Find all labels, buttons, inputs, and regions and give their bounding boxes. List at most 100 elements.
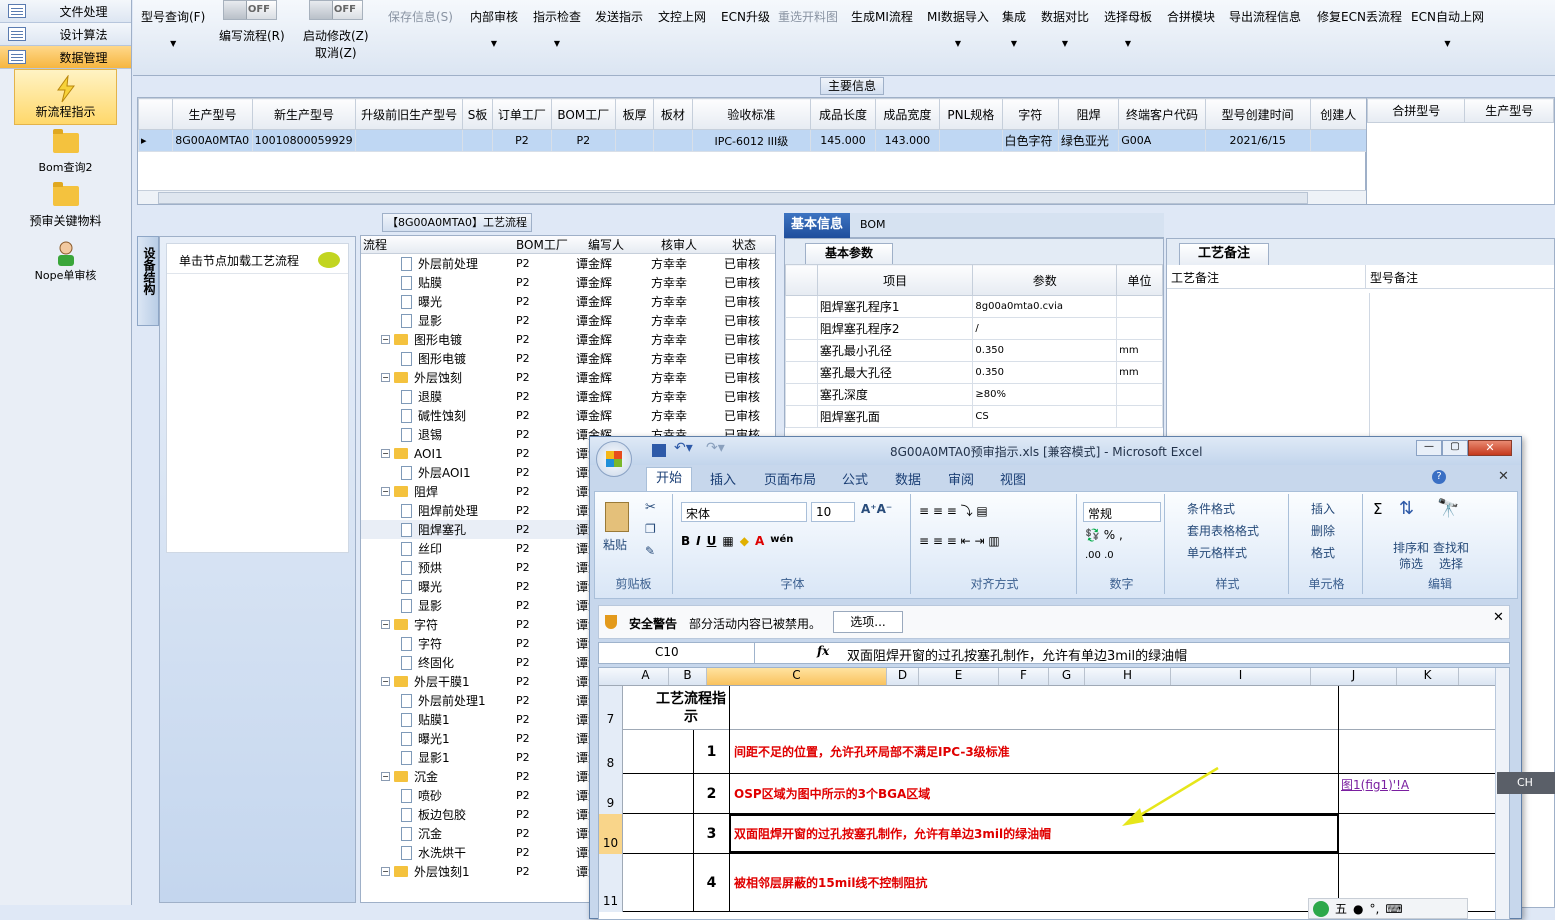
tree-node[interactable]: 碱性蚀刻 P2 谭金辉 方幸幸 已审核 [361,406,775,425]
tab-basic-info[interactable]: 基本信息 [784,213,850,238]
bold-icon[interactable]: B [681,534,690,548]
table-format-button[interactable]: 套用表格格式 [1187,522,1259,539]
internal-review-button[interactable]: 内部审核 ▼ [470,8,518,48]
col-header[interactable]: E [919,668,999,685]
tab-bom[interactable]: BOM [860,218,886,231]
ribbon-tab-data[interactable]: 数据 [895,469,921,488]
paste-icon[interactable] [605,502,629,532]
start-modify-toggle[interactable]: OFF 启动修改(Z) 取消(Z) [303,0,375,60]
save-icon[interactable] [652,444,666,457]
col-header[interactable]: I [1171,668,1311,685]
sheet-row[interactable]: 9 2 OSP区域为图中所示的3个BGA区域 图1(fig1)'!A [599,774,1509,814]
number-format-select[interactable]: 常规 [1083,502,1161,522]
collapse-icon[interactable]: − [381,373,390,382]
font-color-icon[interactable]: A [755,534,764,548]
sort-filter-icon[interactable]: ⇅ [1399,498,1414,519]
collapse-icon[interactable]: − [381,677,390,686]
maximize-button[interactable]: ▢ [1442,440,1468,456]
ribbon-tab-layout[interactable]: 页面布局 [764,469,816,488]
param-row[interactable]: 塞孔深度 ≥80% [785,383,1163,406]
side-tab-equipment[interactable]: 设备结构 [137,236,159,326]
cell-style-button[interactable]: 单元格样式 [1187,544,1247,561]
percent-icon[interactable]: 💱 % , [1085,528,1123,542]
collapse-icon[interactable]: − [381,772,390,781]
format-cells-button[interactable]: 格式 [1311,544,1335,561]
find-icon[interactable]: 🔭 [1437,498,1459,519]
select-mother-button[interactable]: 选择母板 ▼ [1104,8,1152,48]
ribbon-tab-review[interactable]: 审阅 [948,469,974,488]
save-info-button[interactable]: 保存信息(S) [388,8,453,25]
align-icons[interactable]: ≡ ≡ ≡ ⤵ ▤ [919,502,988,519]
col-header[interactable]: C [707,668,887,685]
nav-bom-query[interactable]: Bom查询2 [0,125,131,179]
find-select-button[interactable]: 查找和选择 [1431,540,1471,572]
sum-icon[interactable]: Σ [1373,500,1382,518]
param-row[interactable]: 塞孔最大孔径 0.350 mm [785,361,1163,384]
cut-icon[interactable]: ✂ [645,500,656,515]
col-header[interactable]: B [669,668,707,685]
col-header[interactable]: H [1085,668,1171,685]
office-button[interactable] [596,441,632,477]
nav-new-flow[interactable]: 新流程指示 [14,69,117,125]
ribbon-tab-home[interactable]: 开始 [646,467,692,491]
grow-font-icon[interactable]: A⁺A⁻ [861,502,892,516]
tab-process-remarks[interactable]: 工艺备注 [1179,243,1269,265]
nav-file[interactable]: 文件处理 [0,0,131,23]
col-header[interactable]: D [887,668,919,685]
fill-color-icon[interactable]: ◆ [740,534,749,548]
param-row[interactable]: 阻焊塞孔程序2/ [785,317,1163,340]
sort-filter-button[interactable]: 排序和筛选 [1391,540,1431,572]
tree-node[interactable]: − 图形电镀 P2 谭金辉 方幸幸 已审核 [361,330,775,349]
header-cell[interactable]: 工艺流程指示 [651,690,731,726]
col-header[interactable]: G [1049,668,1085,685]
nav-prereview[interactable]: 预审关键物料 [0,179,131,233]
doc-online-button[interactable]: 文控上网 [658,8,706,25]
col-header[interactable]: F [999,668,1049,685]
conditional-format-button[interactable]: 条件格式 [1187,500,1235,517]
col-header[interactable]: A [623,668,669,685]
v-scrollbar[interactable] [1495,668,1509,919]
options-button[interactable]: 选项... [833,611,903,633]
link-cell[interactable]: 图1(fig1)'!A [1341,776,1425,794]
redo-icon[interactable]: ↷▾ [706,440,725,456]
fix-ecn-button[interactable]: 修复ECN丢流程 [1317,8,1402,25]
hz-align-icons[interactable]: ≡ ≡ ≡ ⇤ ⇥ ▥ [919,534,1000,548]
export-flow-button[interactable]: 导出流程信息 [1229,8,1301,25]
tree-node[interactable]: 曝光P2谭金辉方幸幸已审核 [361,292,775,311]
integrate-button[interactable]: 集成 ▼ [1002,8,1026,48]
gen-mi-flow-button[interactable]: 生成MI流程 [851,8,913,25]
underline-icon[interactable]: U [707,534,717,548]
merge-module-button[interactable]: 合拼模块 [1167,8,1215,25]
tree-node[interactable]: 外层前处理 P2 谭金辉 方幸幸 已审核 [361,254,775,273]
model-query-button[interactable]: 型号查询(F) ▼ [141,8,205,48]
send-instruction-button[interactable]: 发送指示 [595,8,643,25]
italic-icon[interactable]: I [696,534,700,548]
col-header[interactable]: J [1311,668,1397,685]
mi-import-button[interactable]: MI数据导入 ▼ [927,8,989,48]
decimal-icon[interactable]: .00 .0 [1085,550,1114,561]
sheet-row[interactable]: 8 1 间距不足的位置，允许孔环局部不满足IPC-3级标准 [599,730,1509,774]
minimize-button[interactable]: — [1416,440,1442,456]
data-compare-button[interactable]: 数据对比 ▼ [1041,8,1089,48]
tree-node[interactable]: − 外层蚀刻 P2 谭金辉 方幸幸 已审核 [361,368,775,387]
collapse-icon[interactable]: − [381,487,390,496]
nav-design[interactable]: 设计算法 [0,23,131,46]
table-row[interactable]: ▸ 8G00A0MTA0 10010800059929 P2 P2 IPC-6012… [137,129,1368,152]
reselect-cut-button[interactable]: 重选开料图 [778,8,838,25]
nav-nope-review[interactable]: Nope单审核 [0,233,131,287]
undo-icon[interactable]: ↶▾ [674,440,693,456]
excel-doc-close[interactable]: ✕ [1498,469,1509,484]
ribbon-tab-view[interactable]: 视图 [1000,469,1026,488]
border-icon[interactable]: ▦ [722,534,733,548]
col-header[interactable]: K [1397,668,1459,685]
ecn-upgrade-button[interactable]: ECN升级 [721,8,770,25]
font-name-select[interactable]: 宋体 [681,502,807,522]
tree-node[interactable]: 贴膜 P2 谭金辉 方幸幸 已审核 [361,273,775,292]
sheet-row[interactable]: 10 3 双面阻焊开窗的过孔按塞孔制作，允许有单边3mil的绿油帽 [599,814,1509,854]
subtab-basic-params[interactable]: 基本参数 [805,243,893,264]
write-flow-toggle[interactable]: OFF 编写流程(R) [219,0,291,44]
fx-icon[interactable]: fx [817,644,829,658]
ribbon-tab-insert[interactable]: 插入 [710,469,736,488]
ime-toolbar[interactable]: 五 ● °, ⌨ [1308,898,1468,919]
param-row[interactable]: 阻焊塞孔程序1 8g00a0mta0.cvia [785,295,1163,318]
